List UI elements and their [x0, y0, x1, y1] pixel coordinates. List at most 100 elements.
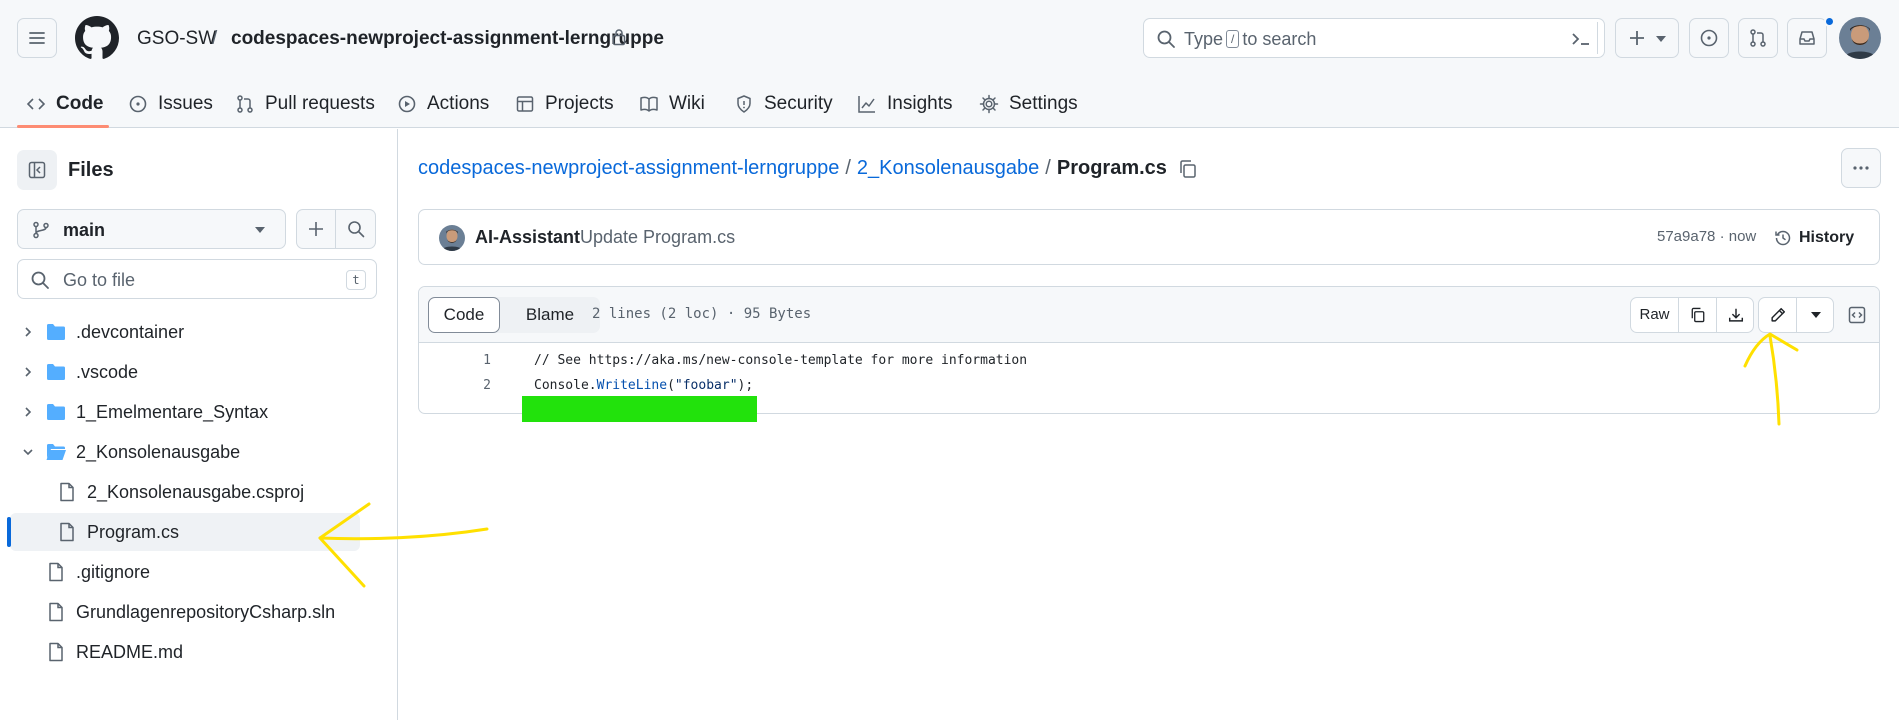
kebab-horizontal-icon	[1853, 166, 1869, 170]
tree-item-vscode[interactable]: .vscode	[10, 353, 360, 391]
tree-item-sln[interactable]: GrundlagenrepositoryCsharp.sln	[10, 593, 360, 631]
code-content: Console.WriteLine("foobar");	[534, 378, 754, 393]
commit-author-avatar[interactable]	[439, 225, 465, 251]
edit-options-dropdown[interactable]	[1797, 298, 1835, 332]
breadcrumb-separator: /	[845, 157, 851, 179]
raw-actions-group: Raw	[1630, 297, 1754, 333]
chevron-right-icon	[25, 407, 32, 417]
go-to-file-input[interactable]: Go to file t	[17, 259, 377, 299]
tree-item-label: 2_Konsolenausgabe	[76, 441, 241, 462]
search-input[interactable]: Type / to search	[1143, 18, 1605, 58]
tab-insights[interactable]: Insights	[857, 88, 952, 120]
pull-requests-button[interactable]	[1738, 18, 1778, 58]
inbox-icon	[1799, 31, 1815, 45]
more-options-button[interactable]	[1841, 148, 1881, 188]
history-button[interactable]: History	[1773, 222, 1854, 254]
sidebar-title: Files	[68, 159, 114, 181]
tree-item-devcontainer[interactable]: .devcontainer	[10, 313, 360, 351]
tree-item-label: .devcontainer	[76, 321, 185, 342]
owner-link[interactable]: GSO-SW	[137, 28, 216, 50]
search-files-button[interactable]	[336, 209, 376, 249]
tab-projects[interactable]: Projects	[515, 88, 614, 120]
view-mode-segment: Code Blame	[428, 297, 600, 333]
edit-file-button[interactable]	[1759, 298, 1797, 332]
tab-wiki[interactable]: Wiki	[639, 88, 705, 120]
branch-selector[interactable]: main	[17, 209, 286, 249]
tree-item-program-cs[interactable]: Program.cs	[10, 513, 360, 551]
copy-raw-button[interactable]	[1679, 298, 1717, 332]
search-icon	[347, 221, 364, 238]
file-viewer: Code Blame 2 lines (2 loc) · 95 Bytes Ra…	[418, 286, 1880, 414]
tree-item-label: Program.cs	[87, 521, 180, 542]
tree-item-label: GrundlagenrepositoryCsharp.sln	[76, 601, 336, 622]
collapse-sidebar-button[interactable]	[17, 150, 57, 190]
tree-item-label: .gitignore	[76, 561, 151, 582]
tree-item-elementare-syntax[interactable]: 1_Emelmentare_Syntax	[10, 393, 360, 431]
breadcrumb-repo-link[interactable]: codespaces-newproject-assignment-lerngru…	[418, 157, 839, 179]
tab-settings[interactable]: Settings	[979, 88, 1078, 120]
tab-issues[interactable]: Issues	[128, 88, 213, 120]
tree-item-readme[interactable]: README.md	[10, 633, 360, 671]
tab-actions[interactable]: Actions	[397, 88, 489, 120]
command-palette-icon[interactable]	[1570, 29, 1592, 49]
tab-wiki-label: Wiki	[669, 93, 705, 114]
issues-button[interactable]	[1689, 18, 1729, 58]
code-string: "foobar"	[674, 378, 738, 393]
tree-item-label: 1_Emelmentare_Syntax	[76, 401, 269, 422]
inbox-button[interactable]	[1787, 18, 1827, 58]
caret-down-icon	[255, 227, 265, 233]
raw-button[interactable]: Raw	[1631, 298, 1679, 332]
menu-button[interactable]	[17, 18, 57, 58]
tree-item-konsolenausgabe-folder[interactable]: 2_Konsolenausgabe	[10, 433, 360, 471]
table-icon	[516, 96, 534, 112]
symbols-panel-button[interactable]	[1838, 297, 1876, 333]
code-view-tab[interactable]: Code	[428, 297, 500, 333]
breadcrumb-folder-link[interactable]: 2_Konsolenausgabe	[857, 157, 1039, 179]
line-number[interactable]: 1	[419, 353, 491, 368]
create-new-button[interactable]	[1615, 18, 1679, 58]
plus-icon	[309, 222, 323, 236]
repo-header: GSO-SW / codespaces-newproject-assignmen…	[0, 0, 1899, 128]
code-method: WriteLine	[596, 378, 668, 393]
file-breadcrumb: codespaces-newproject-assignment-lerngru…	[418, 157, 1167, 180]
book-icon	[640, 96, 658, 112]
tab-settings-label: Settings	[1009, 93, 1078, 114]
pull-request-icon	[237, 95, 253, 113]
edit-actions-group	[1758, 297, 1834, 333]
hamburger-icon	[29, 32, 45, 44]
code-square-icon	[1848, 306, 1866, 324]
pencil-icon	[1770, 307, 1785, 322]
tab-pull-requests[interactable]: Pull requests	[235, 88, 375, 120]
commit-sha-time[interactable]: 57a9a78 · now	[1657, 228, 1756, 245]
blame-view-tab[interactable]: Blame	[500, 297, 600, 333]
add-file-button[interactable]	[296, 209, 336, 249]
tree-item-gitignore[interactable]: .gitignore	[10, 553, 360, 591]
tree-item-csproj[interactable]: 2_Konsolenausgabe.csproj	[10, 473, 360, 511]
tab-projects-label: Projects	[545, 93, 614, 114]
commit-message[interactable]: Update Program.cs	[580, 227, 735, 248]
breadcrumb-separator: /	[1045, 157, 1051, 179]
shield-icon	[737, 95, 751, 113]
repo-link[interactable]: codespaces-newproject-assignment-lerngru…	[231, 28, 664, 50]
user-avatar[interactable]	[1839, 17, 1881, 59]
code-line: 2 Console.WriteLine("foobar");	[419, 374, 1879, 398]
line-number[interactable]: 2	[419, 378, 491, 393]
commit-author[interactable]: AI-Assistant	[475, 227, 580, 248]
tab-security[interactable]: Security	[734, 88, 833, 120]
github-logo-icon[interactable]	[75, 16, 119, 60]
tab-security-label: Security	[764, 93, 833, 114]
caret-down-icon	[1811, 312, 1821, 318]
git-pull-request-icon	[1750, 29, 1766, 47]
code-line: 1 // See https://aka.ms/new-console-temp…	[419, 349, 1879, 373]
history-label: History	[1799, 229, 1855, 246]
download-button[interactable]	[1717, 298, 1755, 332]
copy-icon	[1691, 307, 1704, 323]
tab-code-label: Code	[56, 93, 104, 114]
copy-path-icon[interactable]	[1177, 158, 1199, 180]
go-to-file-placeholder: Go to file	[63, 270, 136, 290]
download-icon	[1728, 308, 1744, 322]
tab-issues-label: Issues	[158, 93, 213, 114]
tab-code[interactable]: Code	[26, 88, 104, 120]
selected-item-indicator	[7, 517, 11, 547]
plus-icon	[1630, 31, 1644, 45]
